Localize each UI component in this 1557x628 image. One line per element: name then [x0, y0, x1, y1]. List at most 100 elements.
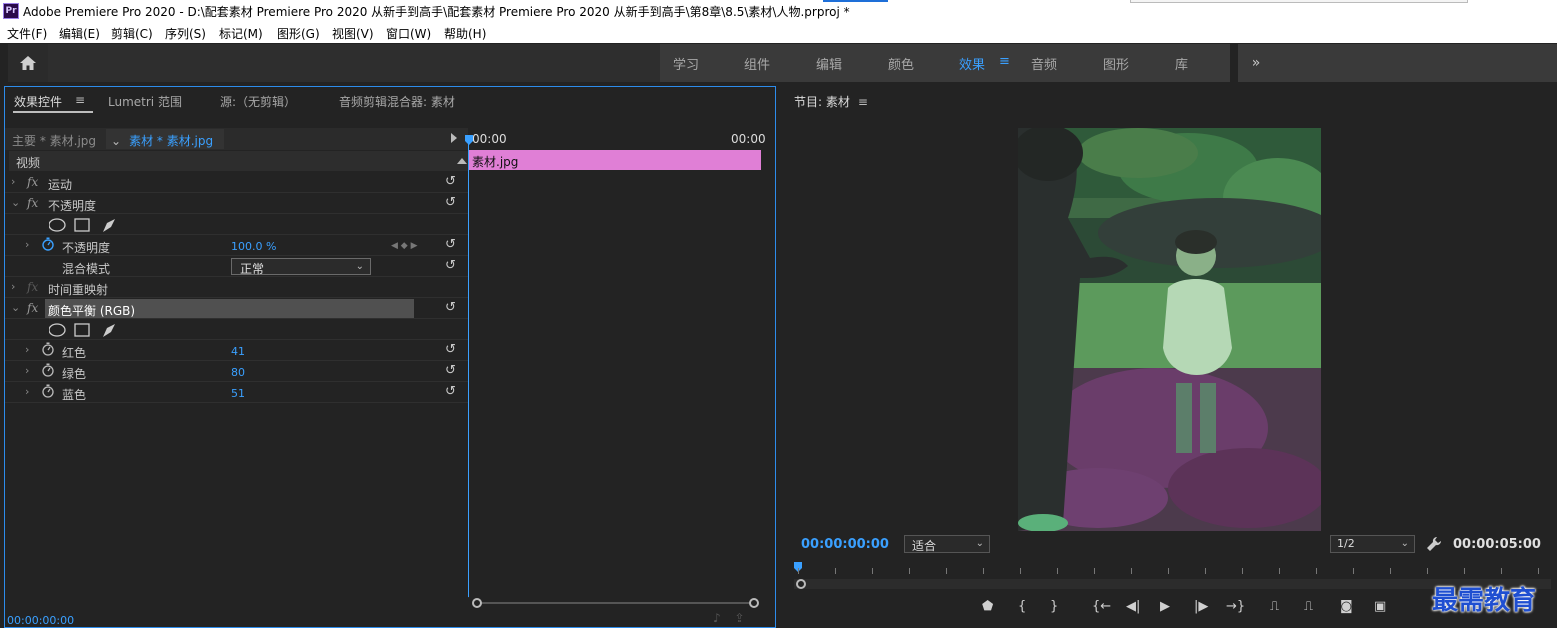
- workspace-menu-icon[interactable]: ≡: [999, 54, 1010, 69]
- effect-controls-timecode[interactable]: 00:00:00:00: [7, 614, 74, 627]
- reset-icon[interactable]: ↺: [445, 300, 456, 315]
- expand-chevron-icon[interactable]: ›: [11, 175, 15, 188]
- reset-icon[interactable]: ↺: [445, 174, 456, 189]
- stopwatch-icon[interactable]: [41, 363, 55, 377]
- effect-motion-label: 运动: [48, 178, 73, 192]
- param-red-value[interactable]: 41: [231, 345, 245, 358]
- add-marker-icon[interactable]: ⬟: [982, 599, 993, 614]
- zoom-level-dropdown[interactable]: 适合 ⌄: [904, 535, 990, 553]
- workspace-learning[interactable]: 学习: [673, 54, 699, 73]
- filter-icon[interactable]: ♪: [713, 611, 721, 625]
- mini-timeline-ruler[interactable]: 00:00 00:00: [468, 128, 775, 150]
- step-forward-icon[interactable]: |▶: [1194, 599, 1208, 614]
- program-monitor-title[interactable]: 节目: 素材: [794, 95, 850, 109]
- export-frame-camera-icon[interactable]: ◙: [1340, 599, 1353, 614]
- workspace-effects[interactable]: 效果: [959, 54, 985, 73]
- collapse-up-icon[interactable]: [457, 158, 467, 164]
- play-arrow-icon[interactable]: [451, 133, 457, 143]
- expand-chevron-icon[interactable]: ›: [11, 280, 15, 293]
- param-green-value[interactable]: 80: [231, 366, 245, 379]
- stopwatch-icon-active[interactable]: [41, 237, 55, 251]
- workspace-audio[interactable]: 音频: [1031, 54, 1057, 73]
- expand-chevron-icon[interactable]: ›: [25, 385, 29, 398]
- effect-row-color-balance[interactable]: ⌄ fx 颜色平衡 (RGB) ↺: [5, 298, 468, 319]
- menu-window[interactable]: 窗口(W): [386, 25, 431, 42]
- effect-row-time-remap[interactable]: › fx 时间重映射: [5, 277, 468, 298]
- go-to-out-icon[interactable]: →}: [1226, 599, 1245, 614]
- mark-out-icon[interactable]: }: [1050, 599, 1058, 614]
- timeline-zoom-scrollbar[interactable]: [472, 597, 759, 609]
- program-viewer-image[interactable]: [1018, 128, 1321, 531]
- menu-marker[interactable]: 标记(M): [219, 25, 263, 42]
- go-to-in-icon[interactable]: {←: [1092, 599, 1111, 614]
- collapse-chevron-icon[interactable]: ⌄: [11, 196, 20, 209]
- wrench-settings-icon[interactable]: [1426, 536, 1442, 552]
- tab-effect-controls[interactable]: 效果控件: [14, 93, 62, 110]
- sequence-clip-label[interactable]: ⌄ 素材 * 素材.jpg: [111, 132, 213, 149]
- expand-chevron-icon[interactable]: ›: [25, 238, 29, 251]
- stopwatch-icon[interactable]: [41, 342, 55, 356]
- mark-in-icon[interactable]: {: [1018, 599, 1026, 614]
- reset-icon[interactable]: ↺: [445, 363, 456, 378]
- workspace-graphics[interactable]: 图形: [1103, 54, 1129, 73]
- scrollbar-left-handle[interactable]: [796, 579, 806, 589]
- param-opacity-value[interactable]: 100.0 %: [231, 240, 276, 253]
- tab-lumetri-scopes[interactable]: Lumetri 范围: [108, 93, 182, 110]
- home-button[interactable]: [8, 44, 48, 82]
- menu-sequence[interactable]: 序列(S): [165, 25, 206, 42]
- menu-edit[interactable]: 编辑(E): [59, 25, 100, 42]
- workspace-more-button[interactable]: »: [1238, 44, 1274, 82]
- menu-clip[interactable]: 剪辑(C): [111, 25, 153, 42]
- ruler-tick: [1316, 568, 1317, 574]
- ruler-tick: [1168, 568, 1169, 574]
- menu-help[interactable]: 帮助(H): [444, 25, 486, 42]
- param-row-red[interactable]: › 红色 41 ↺: [5, 340, 468, 361]
- stopwatch-icon[interactable]: [41, 384, 55, 398]
- workspace-editing[interactable]: 编辑: [816, 54, 842, 73]
- tab-source[interactable]: 源:（无剪辑）: [220, 93, 296, 110]
- param-row-blue[interactable]: › 蓝色 51 ↺: [5, 382, 468, 403]
- blend-mode-dropdown[interactable]: 正常 ⌄: [231, 258, 371, 276]
- reset-icon[interactable]: ↺: [445, 258, 456, 273]
- master-clip-label[interactable]: 主要 * 素材.jpg: [12, 132, 96, 149]
- fx-icon[interactable]: fx: [27, 175, 38, 189]
- keyframe-navigator[interactable]: ◀ ◆ ▶: [391, 241, 418, 251]
- chevron-down-icon: ⌄: [111, 134, 122, 148]
- menu-view[interactable]: 视图(V): [332, 25, 374, 42]
- tab-menu-icon[interactable]: ≡: [75, 93, 85, 107]
- param-row-green[interactable]: › 绿色 80 ↺: [5, 361, 468, 382]
- menu-graphics[interactable]: 图形(G): [277, 25, 320, 42]
- expand-chevron-icon[interactable]: ›: [25, 343, 29, 356]
- effect-row-motion[interactable]: › fx 运动 ↺: [5, 172, 468, 193]
- monitor-time-ruler[interactable]: [794, 562, 1551, 578]
- collapse-chevron-icon[interactable]: ⌄: [11, 301, 20, 314]
- workspace-assembly[interactable]: 组件: [744, 54, 770, 73]
- extract-icon[interactable]: ⎍: [1304, 599, 1313, 614]
- workspace-color[interactable]: 颜色: [888, 54, 914, 73]
- param-blue-value[interactable]: 51: [231, 387, 245, 400]
- scrollbar-left-handle[interactable]: [472, 598, 482, 608]
- reset-icon[interactable]: ↺: [445, 195, 456, 210]
- timeline-clip[interactable]: 素材.jpg: [468, 150, 761, 170]
- menu-file[interactable]: 文件(F): [7, 25, 47, 42]
- tab-audio-clip-mixer[interactable]: 音频剪辑混合器: 素材: [339, 93, 455, 110]
- fx-icon[interactable]: fx: [27, 301, 38, 315]
- comparison-view-icon[interactable]: ▣: [1374, 599, 1386, 614]
- export-icon[interactable]: ⇪: [735, 611, 745, 625]
- play-icon[interactable]: ▶: [1160, 599, 1170, 614]
- step-back-icon[interactable]: ◀|: [1126, 599, 1140, 614]
- reset-icon[interactable]: ↺: [445, 342, 456, 357]
- playback-resolution-dropdown[interactable]: 1/2 ⌄: [1330, 535, 1415, 553]
- workspace-libraries[interactable]: 库: [1175, 54, 1188, 73]
- ruler-tick: [1205, 568, 1206, 574]
- fx-icon[interactable]: fx: [27, 196, 38, 210]
- expand-chevron-icon[interactable]: ›: [25, 364, 29, 377]
- reset-icon[interactable]: ↺: [445, 384, 456, 399]
- effect-row-opacity[interactable]: ⌄ fx 不透明度 ↺: [5, 193, 468, 214]
- lift-icon[interactable]: ⎍: [1270, 599, 1279, 614]
- param-row-opacity[interactable]: › 不透明度 100.0 % ◀ ◆ ▶ ↺: [5, 235, 468, 256]
- playhead-timecode[interactable]: 00:00:00:00: [801, 537, 889, 552]
- reset-icon[interactable]: ↺: [445, 237, 456, 252]
- panel-menu-icon[interactable]: ≡: [858, 95, 868, 109]
- scrollbar-right-handle[interactable]: [749, 598, 759, 608]
